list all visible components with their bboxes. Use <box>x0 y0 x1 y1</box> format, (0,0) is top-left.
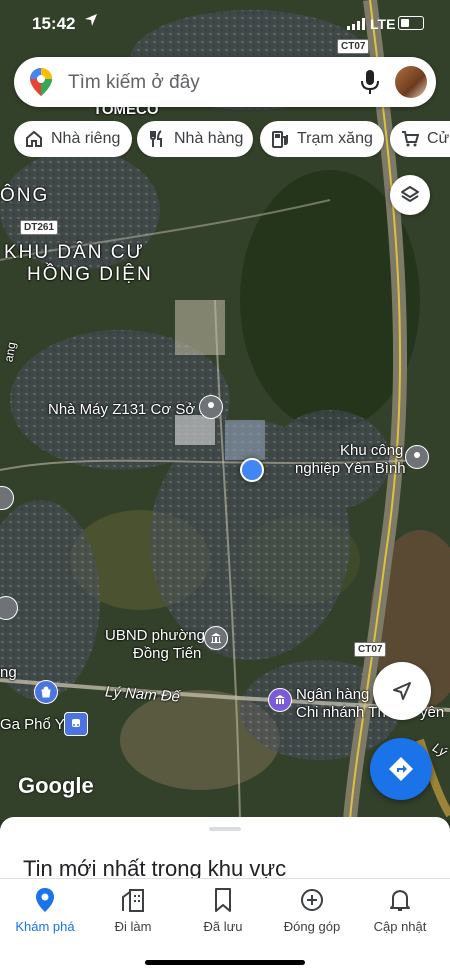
avatar[interactable] <box>395 66 427 98</box>
battery-icon <box>398 16 424 30</box>
sheet-handle[interactable] <box>209 827 241 831</box>
my-location-button[interactable] <box>373 662 431 720</box>
map-label-khu-cong-nghiep[interactable]: Khu công <box>340 442 403 459</box>
shopping-bag-icon[interactable] <box>34 680 58 704</box>
map-label-khu-dan-cu: KHU DÂN CƯ <box>4 242 145 263</box>
shopping-cart-icon <box>402 131 419 147</box>
tab-label: Đã lưu <box>203 919 243 934</box>
navigation-arrow-icon <box>393 682 411 700</box>
restaurant-icon <box>150 130 162 147</box>
explore-pin-icon <box>36 888 54 912</box>
chip-gas-station[interactable]: Trạm xăng <box>260 121 384 157</box>
chip-label: Cửa <box>427 130 450 147</box>
home-icon <box>26 130 42 147</box>
map-label-yen-binh[interactable]: nghiệp Yên Bình <box>295 460 406 477</box>
map-label-ubnd[interactable]: UBND phường <box>105 627 205 644</box>
map-label-ngan-hang[interactable]: Ngân hàng S <box>296 686 384 703</box>
explore-sheet[interactable]: Tin mới nhất trong khu vực <box>0 817 450 887</box>
chip-home[interactable]: Nhà riêng <box>14 121 132 157</box>
tab-updates[interactable]: Cập nhật <box>355 887 445 934</box>
network-type: LTE <box>370 16 396 32</box>
microphone-icon[interactable] <box>360 69 380 95</box>
chip-label: Nhà hàng <box>174 130 244 147</box>
map-label-chi-nhanh[interactable]: Chi nhánh Th <box>296 704 386 721</box>
poi-pin-icon[interactable] <box>405 445 429 469</box>
map-label-hong-dien: HỒNG DIỆN <box>27 264 153 285</box>
train-station-icon[interactable] <box>64 712 88 736</box>
map-label-ong: ÔNG <box>0 185 50 206</box>
signal-icon <box>347 18 365 30</box>
tab-explore[interactable]: Khám phá <box>0 887 90 934</box>
tab-label: Cập nhật <box>373 919 427 934</box>
tab-label: Đóng góp <box>283 919 341 934</box>
search-input[interactable] <box>66 69 340 97</box>
government-building-icon[interactable] <box>204 626 228 650</box>
tab-saved[interactable]: Đã lưu <box>178 887 268 934</box>
bell-icon <box>390 890 410 911</box>
chip-label: Nhà riêng <box>51 130 121 147</box>
map-label-nha-may[interactable]: Nhà Máy Z131 Cơ Sở 1 <box>48 401 208 418</box>
google-attribution: Google <box>18 773 94 798</box>
status-time: 15:42 <box>32 14 76 33</box>
map-label-dong-tien[interactable]: Đồng Tiến <box>133 645 201 662</box>
category-chips: Nhà riêng Nhà hàng Trạm xăng Cửa <box>14 121 450 157</box>
layers-button[interactable] <box>390 175 430 215</box>
chip-restaurant[interactable]: Nhà hàng <box>137 121 253 157</box>
bank-icon[interactable] <box>268 688 292 712</box>
poi-pin-icon[interactable] <box>199 395 223 419</box>
bookmark-icon <box>215 888 231 912</box>
google-maps-pin-icon <box>30 68 52 96</box>
tab-label: Đi làm <box>114 919 152 934</box>
status-bar: 15:42 LTE <box>0 0 450 46</box>
search-bar[interactable] <box>14 57 436 107</box>
road-shield-ct07-mid: CT07 <box>354 642 387 657</box>
layers-icon <box>401 186 419 202</box>
add-circle-icon <box>301 889 323 911</box>
road-shield-dt261: DT261 <box>20 220 59 235</box>
commute-building-icon <box>122 889 144 912</box>
tab-commute[interactable]: Đi làm <box>88 887 178 934</box>
gas-station-icon <box>272 131 288 148</box>
location-arrow-icon <box>85 14 97 26</box>
tab-contribute[interactable]: Đóng góp <box>267 887 357 934</box>
directions-icon <box>389 757 413 781</box>
map-label-ng: ng <box>0 664 17 681</box>
my-location-dot <box>240 458 264 482</box>
directions-button[interactable] <box>370 738 432 800</box>
chip-label: Trạm xăng <box>297 130 373 147</box>
tab-label: Khám phá <box>15 919 75 934</box>
home-indicator <box>145 960 305 965</box>
chip-shopping[interactable]: Cửa <box>390 121 450 157</box>
